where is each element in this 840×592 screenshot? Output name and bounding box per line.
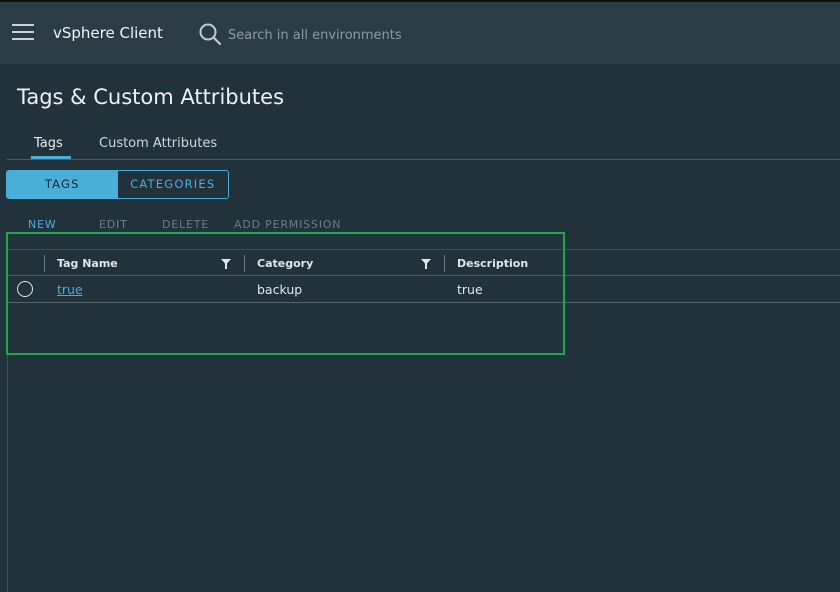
tags-categories-toggle: TAGS CATEGORIES [6,170,229,199]
active-tab-indicator [31,156,71,159]
row-select-radio[interactable] [17,281,33,297]
column-header-tag-name[interactable]: Tag Name [57,257,118,270]
top-header: vSphere Client [0,0,840,64]
add-permission-button[interactable]: ADD PERMISSION [234,218,341,231]
search-icon[interactable] [198,22,222,46]
filter-icon[interactable] [221,259,231,269]
category-cell: backup [257,282,303,297]
tab-bar: Tags Custom Attributes [7,130,840,160]
column-header-description[interactable]: Description [457,257,528,270]
description-cell: true [457,282,483,297]
search-input[interactable] [224,22,584,48]
hamburger-menu-icon[interactable] [12,24,34,42]
new-button[interactable]: NEW [28,218,56,231]
tag-name-link[interactable]: true [57,282,83,297]
tags-segment-button[interactable]: TAGS [7,171,118,198]
delete-button[interactable]: DELETE [162,218,209,231]
tab-custom-attributes[interactable]: Custom Attributes [99,136,217,151]
app-title[interactable]: vSphere Client [53,24,163,42]
grid-header: Tag Name Category Description [7,249,840,276]
column-separator[interactable] [244,255,245,272]
column-header-category[interactable]: Category [257,257,313,270]
categories-segment-button[interactable]: CATEGORIES [117,171,228,198]
tags-grid: Tag Name Category Description true backu… [7,249,840,303]
filter-icon[interactable] [421,259,431,269]
table-row[interactable]: true backup true [7,276,840,303]
column-separator[interactable] [444,255,445,272]
edit-button[interactable]: EDIT [99,218,128,231]
tab-tags[interactable]: Tags [34,136,63,151]
page-title: Tags & Custom Attributes [17,85,285,109]
column-separator [44,255,45,272]
